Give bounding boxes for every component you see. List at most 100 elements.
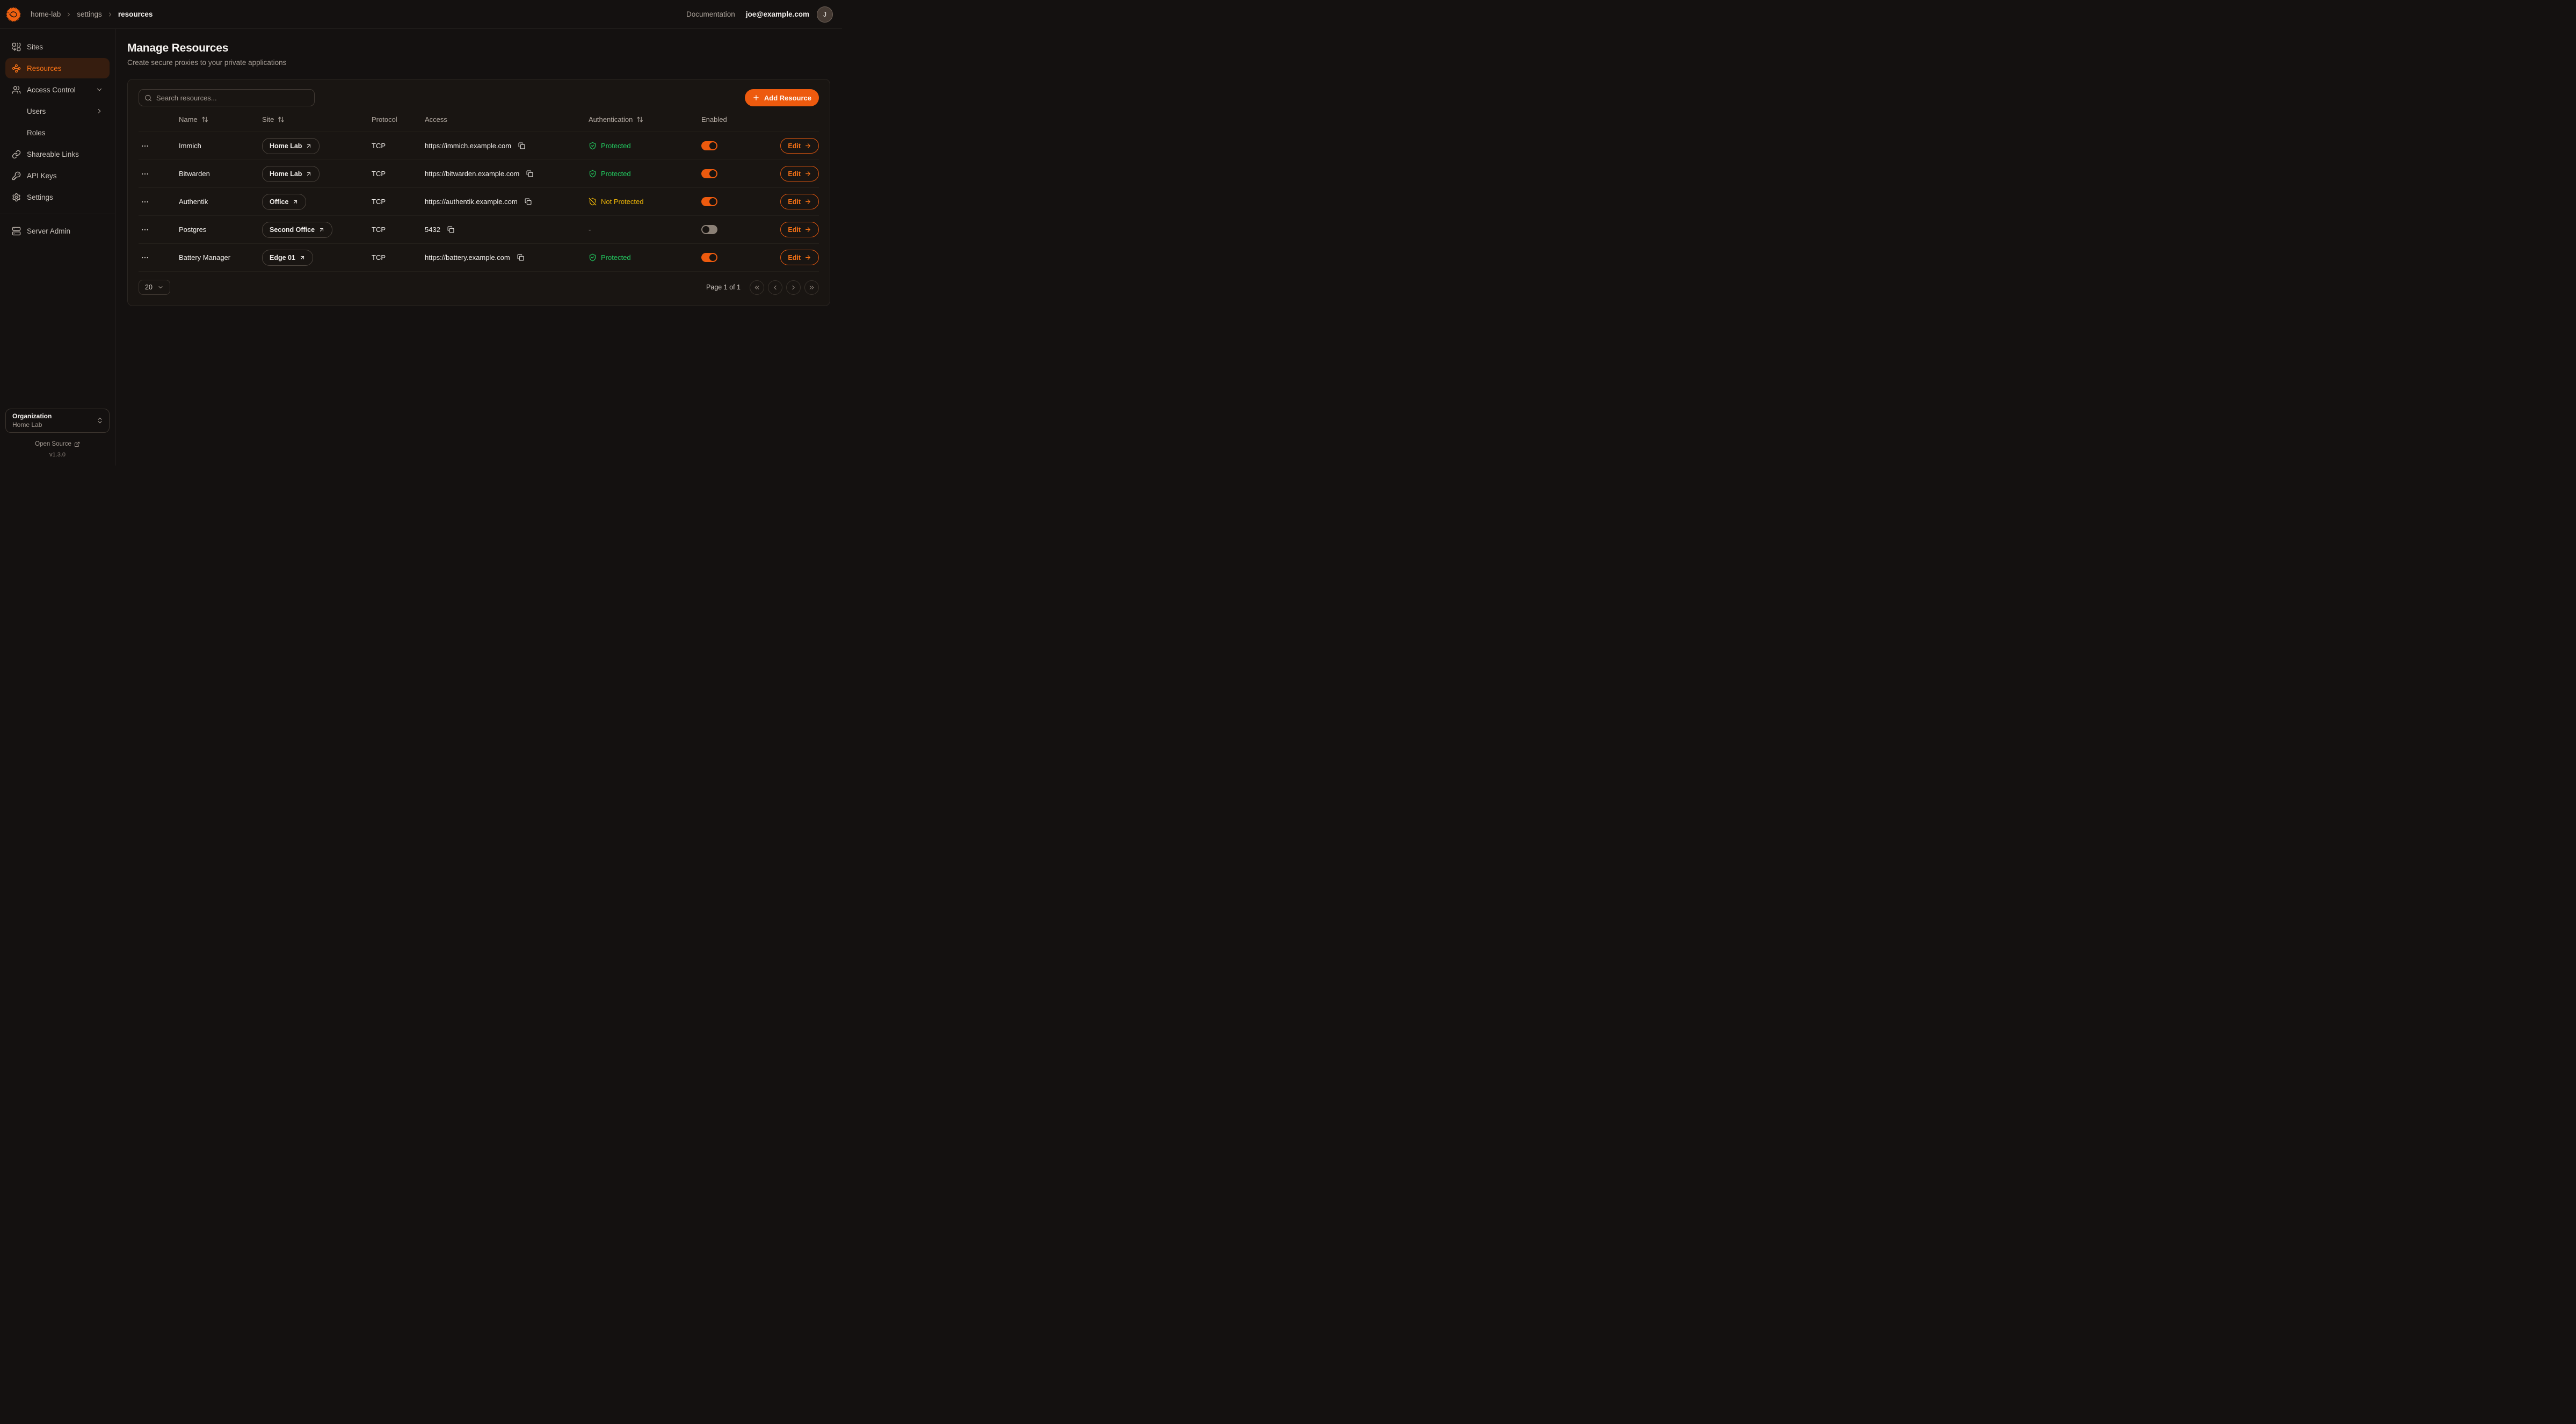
search-input[interactable] <box>156 94 309 102</box>
copy-icon <box>517 254 524 261</box>
authentication-badge: Protected <box>589 170 631 178</box>
sidebar-item-users[interactable]: Users <box>5 101 110 121</box>
enabled-toggle[interactable] <box>701 253 717 262</box>
row-menu-button[interactable] <box>139 195 151 208</box>
resource-access: https://immich.example.com <box>425 142 511 150</box>
sidebar-item-roles[interactable]: Roles <box>5 122 110 143</box>
row-menu-button[interactable] <box>139 223 151 236</box>
main-content: Manage Resources Create secure proxies t… <box>115 29 842 466</box>
site-link-button[interactable]: Home Lab <box>262 138 320 154</box>
copy-button[interactable] <box>524 197 533 206</box>
site-link-button[interactable]: Office <box>262 194 306 210</box>
external-link-icon <box>74 441 80 447</box>
header-name: Name <box>179 115 262 123</box>
key-icon <box>12 171 21 180</box>
table-header: Name Site Protocol Access Authentication… <box>139 107 819 132</box>
edit-button[interactable]: Edit <box>780 250 819 265</box>
sidebar-item-label: API Keys <box>27 172 57 180</box>
edit-button-label: Edit <box>788 254 801 261</box>
add-resource-button[interactable]: Add Resource <box>745 89 819 106</box>
breadcrumb-settings[interactable]: settings <box>77 10 102 18</box>
copy-button[interactable] <box>516 253 525 262</box>
chevron-right-icon <box>96 107 103 115</box>
copy-button[interactable] <box>446 225 455 234</box>
sidebar-item-label: Access Control <box>27 86 76 94</box>
page-size-select[interactable]: 20 <box>139 280 170 295</box>
next-page-button[interactable] <box>786 280 801 295</box>
sidebar-item-server-admin[interactable]: Server Admin <box>5 221 110 241</box>
add-resource-label: Add Resource <box>764 94 811 102</box>
edit-button[interactable]: Edit <box>780 194 819 209</box>
row-menu-button[interactable] <box>139 140 151 152</box>
enabled-toggle[interactable] <box>701 141 717 150</box>
sort-icon[interactable] <box>636 116 643 123</box>
ellipsis-icon <box>141 226 149 234</box>
enabled-toggle[interactable] <box>701 169 717 178</box>
pangolin-logo-icon <box>4 5 23 24</box>
toggle-knob <box>709 254 716 261</box>
ellipsis-icon <box>141 142 149 150</box>
sidebar-item-label: Users <box>27 107 46 115</box>
site-name: Home Lab <box>270 142 302 150</box>
enabled-toggle[interactable] <box>701 225 717 234</box>
header-site: Site <box>262 115 372 123</box>
previous-page-button[interactable] <box>768 280 782 295</box>
user-avatar[interactable]: J <box>817 6 833 23</box>
edit-button[interactable]: Edit <box>780 222 819 237</box>
copy-icon <box>518 142 525 149</box>
sidebar-item-settings[interactable]: Settings <box>5 187 110 207</box>
shield-check-icon <box>589 170 597 178</box>
resource-name: Postgres <box>179 226 206 234</box>
sidebar-item-access-control[interactable]: Access Control <box>5 79 110 100</box>
server-icon <box>12 227 21 236</box>
last-page-button[interactable] <box>804 280 819 295</box>
page-title: Manage Resources <box>127 42 830 55</box>
edit-button[interactable]: Edit <box>780 138 819 154</box>
authentication-badge: Protected <box>589 253 631 261</box>
sidebar-item-shareable-links[interactable]: Shareable Links <box>5 144 110 164</box>
resource-protocol: TCP <box>372 142 386 150</box>
organization-selector[interactable]: Organization Home Lab <box>5 409 110 433</box>
copy-icon <box>526 170 533 177</box>
organization-value: Home Lab <box>12 421 52 428</box>
site-link-button[interactable]: Edge 01 <box>262 250 313 266</box>
edit-button-label: Edit <box>788 226 801 234</box>
authentication-badge: Protected <box>589 142 631 150</box>
search-box <box>139 89 315 106</box>
sidebar-item-sites[interactable]: Sites <box>5 37 110 57</box>
copy-button[interactable] <box>525 169 534 178</box>
chevron-down-icon <box>157 284 164 290</box>
sidebar-item-api-keys[interactable]: API Keys <box>5 165 110 186</box>
chevron-down-icon <box>96 86 103 93</box>
sites-icon <box>12 42 21 52</box>
enabled-toggle[interactable] <box>701 197 717 206</box>
row-menu-button[interactable] <box>139 168 151 180</box>
sort-icon[interactable] <box>278 116 285 123</box>
documentation-link[interactable]: Documentation <box>686 10 735 18</box>
edit-button-label: Edit <box>788 142 801 150</box>
ellipsis-icon <box>141 198 149 206</box>
users-icon <box>12 85 21 95</box>
table-row: Immich Home Lab TCP https://immich.examp… <box>139 132 819 160</box>
open-source-link[interactable]: Open Source <box>5 441 110 447</box>
edit-button[interactable]: Edit <box>780 166 819 181</box>
resources-icon <box>12 64 21 73</box>
page-size-value: 20 <box>145 284 153 291</box>
chevrons-left-icon <box>753 284 760 291</box>
site-link-button[interactable]: Home Lab <box>262 166 320 182</box>
sidebar-item-label: Shareable Links <box>27 150 79 158</box>
plus-icon <box>752 94 760 101</box>
breadcrumb-org[interactable]: home-lab <box>31 10 61 18</box>
site-link-button[interactable]: Second Office <box>262 222 332 238</box>
first-page-button[interactable] <box>750 280 764 295</box>
row-menu-button[interactable] <box>139 251 151 264</box>
resource-name: Bitwarden <box>179 170 210 178</box>
sidebar-item-resources[interactable]: Resources <box>5 58 110 78</box>
chevrons-up-down-icon <box>96 417 104 424</box>
arrow-up-right-icon <box>299 255 306 261</box>
toggle-knob <box>709 170 716 177</box>
sort-icon[interactable] <box>201 116 208 123</box>
user-email[interactable]: joe@example.com <box>746 10 809 18</box>
copy-button[interactable] <box>517 141 526 150</box>
chevron-right-icon <box>66 11 72 18</box>
